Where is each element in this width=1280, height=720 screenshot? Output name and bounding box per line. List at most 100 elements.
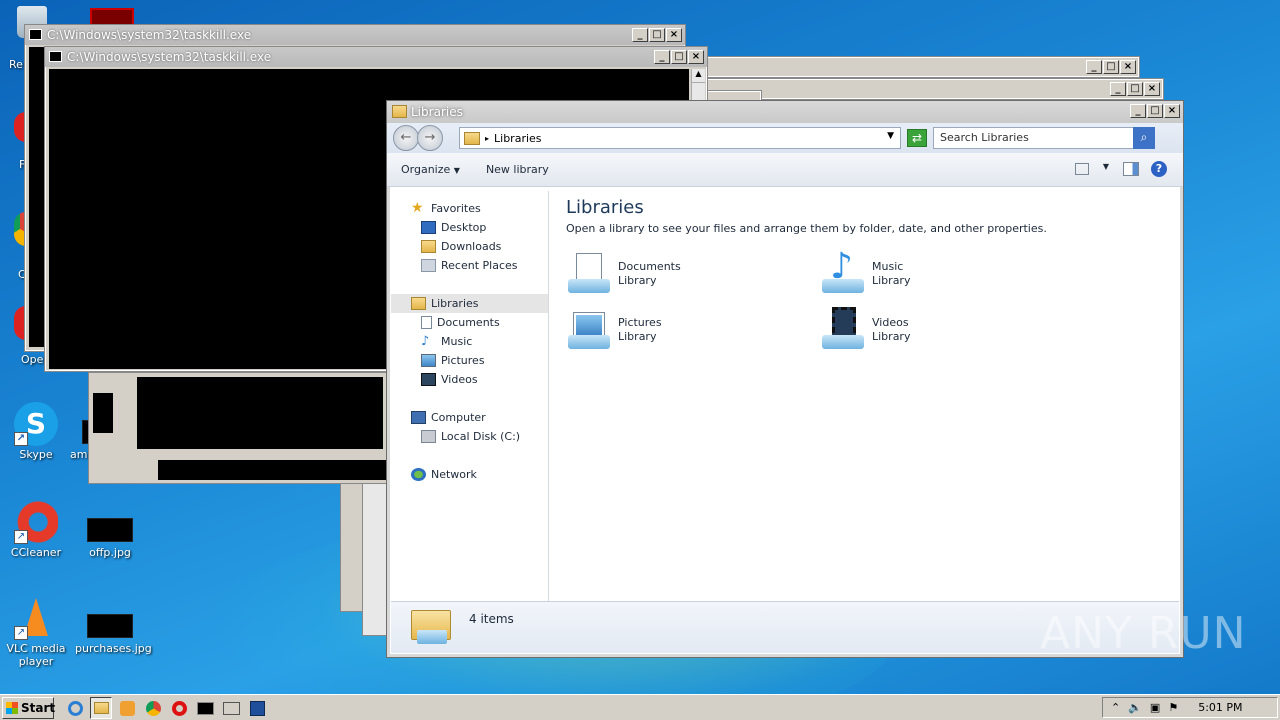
media-player-taskbar-icon[interactable]: [116, 697, 138, 719]
anyrun-watermark: ANY RUN: [1040, 608, 1247, 659]
window-taskbar-icon[interactable]: [220, 697, 242, 719]
nav-pictures[interactable]: Pictures: [391, 351, 548, 370]
nav-favorites[interactable]: ★ Favorites: [391, 199, 548, 218]
windows-logo-icon: [6, 701, 18, 714]
desktop-icon-label: Skype: [19, 448, 53, 461]
explorer-taskbar-icon[interactable]: [90, 696, 112, 719]
library-type: Library: [618, 330, 657, 343]
library-documents[interactable]: Documents Library: [566, 251, 681, 297]
library-videos[interactable]: Videos Library: [820, 307, 910, 353]
opera-taskbar-icon[interactable]: [168, 697, 190, 719]
volume-icon[interactable]: 🔈: [1128, 701, 1142, 714]
library-pictures[interactable]: Pictures Library: [566, 307, 662, 353]
nav-local-disk[interactable]: Local Disk (C:): [391, 427, 548, 446]
address-bar[interactable]: ▸ Libraries ▼: [459, 127, 901, 149]
desktop-icon-vlc[interactable]: ↗ VLC media player: [1, 596, 71, 668]
search-icon[interactable]: ⌕: [1133, 127, 1155, 149]
nav-downloads[interactable]: Downloads: [391, 237, 548, 256]
search-input[interactable]: Search Libraries ⌕: [933, 127, 1155, 149]
explorer-title: Libraries: [411, 105, 463, 119]
organize-label: Organize: [401, 163, 451, 176]
nav-documents[interactable]: Documents: [391, 313, 548, 332]
action-center-flag-icon[interactable]: ⚑: [1168, 701, 1178, 714]
minimize-button[interactable]: _: [654, 50, 670, 64]
cmd-window-titlebar[interactable]: C:\Windows\system32\taskkill.exe _ □ ×: [25, 25, 685, 45]
close-button[interactable]: ×: [1164, 104, 1180, 118]
nav-videos[interactable]: Videos: [391, 370, 548, 389]
maximize-button[interactable]: □: [649, 28, 665, 42]
recent-places-icon: [421, 259, 436, 272]
desktop-icon-skype[interactable]: S ↗ Skype: [1, 402, 71, 461]
nav-recent-places[interactable]: Recent Places: [391, 256, 548, 275]
pictures-library-icon: [566, 307, 612, 353]
library-music[interactable]: ♪ Music Library: [820, 247, 911, 297]
cmd-taskbar-icon[interactable]: [194, 697, 216, 719]
cmd-window-titlebar[interactable]: C:\Windows\system32\taskkill.exe _ □ ×: [45, 47, 707, 67]
videos-library-icon: [820, 307, 866, 353]
ie-taskbar-icon[interactable]: [64, 697, 86, 719]
maximize-button[interactable]: □: [671, 50, 687, 64]
downloads-folder-icon: [421, 240, 436, 253]
back-button[interactable]: ←: [393, 125, 419, 151]
taskbar: Start ⌃ 🔈 ▣ ⚑ 5:01 PM: [0, 694, 1280, 720]
cmd-icon: [49, 51, 62, 62]
nav-desktop[interactable]: Desktop: [391, 218, 548, 237]
forward-button[interactable]: →: [417, 125, 443, 151]
help-icon[interactable]: ?: [1151, 161, 1167, 177]
breadcrumb-chevron-icon[interactable]: ▸: [485, 134, 489, 143]
nav-network[interactable]: Network: [391, 465, 548, 484]
minimize-button[interactable]: _: [1130, 104, 1146, 118]
desktop-icon-offp[interactable]: offp.jpg: [75, 500, 145, 559]
refresh-icon[interactable]: ⇄: [907, 129, 927, 147]
desktop-icon-purchases[interactable]: purchases.jpg: [75, 598, 152, 655]
breadcrumb-libraries[interactable]: Libraries: [494, 132, 542, 145]
new-library-button[interactable]: New library: [486, 163, 549, 176]
system-tray: ⌃ 🔈 ▣ ⚑ 5:01 PM: [1102, 697, 1278, 718]
music-icon: ♪: [421, 334, 430, 349]
maximize-button[interactable]: □: [1147, 104, 1163, 118]
cmd-icon: [29, 29, 42, 40]
clock[interactable]: 5:01 PM: [1198, 701, 1242, 714]
nav-computer[interactable]: Computer: [391, 408, 548, 427]
chevron-down-icon: ▼: [453, 166, 460, 175]
close-button[interactable]: ×: [688, 50, 704, 64]
dropdown-arrow-icon[interactable]: ▼: [887, 131, 894, 141]
library-type: Library: [872, 274, 911, 287]
pictures-icon: [421, 354, 436, 367]
console-area[interactable]: [29, 47, 45, 347]
background-window-stack: [88, 372, 389, 484]
explorer-titlebar[interactable]: Libraries _ □ ×: [387, 101, 1183, 123]
navigation-pane: ★ Favorites Desktop Downloads Recent Pla…: [391, 191, 549, 603]
app-taskbar-icon[interactable]: [246, 697, 268, 719]
organize-button[interactable]: Organize ▼: [401, 163, 460, 176]
explorer-window[interactable]: Libraries _ □ × ← → ▸ Libraries ▼ ⇄ Sear…: [386, 100, 1184, 658]
documents-library-icon: [566, 251, 612, 297]
close-button[interactable]: ×: [666, 28, 682, 42]
ccleaner-icon: ↗: [14, 500, 58, 544]
background-window[interactable]: _ □ ×: [696, 56, 1140, 78]
nav-label: Pictures: [441, 354, 485, 367]
tray-expand-icon[interactable]: ⌃: [1111, 701, 1120, 714]
desktop-icon-label: VLC media player: [6, 642, 66, 668]
network-tray-icon[interactable]: ▣: [1150, 701, 1160, 714]
background-window[interactable]: _ □ ×: [706, 78, 1164, 100]
view-dropdown-icon[interactable]: ▼: [1103, 162, 1109, 171]
minimize-button[interactable]: _: [632, 28, 648, 42]
preview-pane-icon[interactable]: [1123, 162, 1139, 176]
folder-icon: [392, 105, 407, 118]
nav-label: Downloads: [441, 240, 502, 253]
chrome-taskbar-icon[interactable]: [142, 697, 164, 719]
nav-libraries[interactable]: Libraries: [391, 294, 548, 313]
nav-music[interactable]: ♪ Music: [391, 332, 548, 351]
view-options-icon[interactable]: [1075, 163, 1089, 175]
desktop-icon-ccleaner[interactable]: ↗ CCleaner: [1, 500, 71, 559]
cmd-window-title: C:\Windows\system32\taskkill.exe: [67, 50, 272, 64]
libraries-icon: [464, 131, 480, 145]
command-bar: Organize ▼ New library ▼ ?: [387, 153, 1183, 187]
library-type: Library: [872, 330, 911, 343]
nav-label: Documents: [437, 316, 500, 329]
desktop-icon-label: purchases.jpg: [75, 642, 152, 655]
start-button[interactable]: Start: [2, 696, 55, 719]
videos-icon: [421, 373, 436, 386]
library-type: Library: [618, 274, 657, 287]
